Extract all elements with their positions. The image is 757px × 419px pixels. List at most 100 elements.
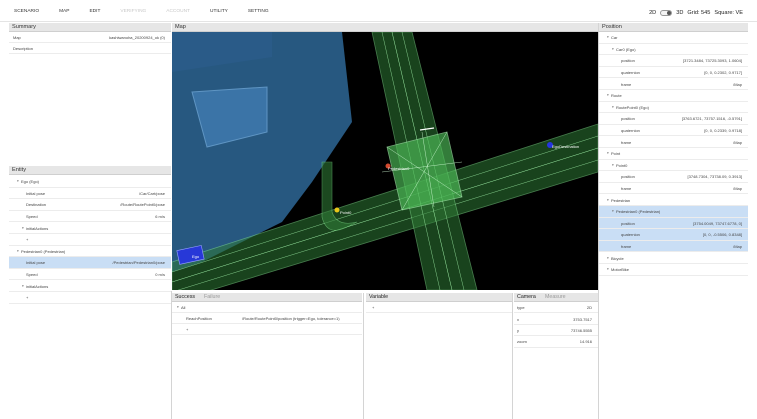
chevron-down-icon[interactable]: ▾ [607, 93, 609, 97]
chevron-down-icon[interactable]: ▾ [612, 209, 614, 213]
camera-row[interactable]: zoom 14.916 [514, 336, 598, 348]
ego-label: Ego [192, 254, 200, 259]
entity-row[interactable]: initialActions ▾ [9, 222, 171, 234]
pedestrian-label: Pedestrian0 [388, 166, 410, 171]
tab-failure[interactable]: Failure [204, 294, 220, 300]
entity-key: initialActions [26, 225, 49, 231]
position-row[interactable]: position [3721.3484, 73725.3093, 1.0604] [599, 55, 748, 67]
position-key: frame [621, 139, 632, 145]
position-value: [3754.0049, 73747.6778, 0] [693, 220, 742, 226]
map-canvas[interactable]: Pedestrian0 Point0 EgoDestination Ego [172, 32, 598, 290]
entity-row[interactable]: initialActions ▾ [9, 280, 171, 292]
chevron-down-icon[interactable]: ▾ [612, 105, 614, 109]
entity-value: 6 m/s [155, 214, 165, 220]
position-row[interactable]: Bicycle ▾ [599, 252, 748, 264]
entity-value: /Pedestrian/Pedestrian0/pose [112, 260, 165, 266]
camera-value: 3753.7517 [573, 316, 592, 322]
grid-readout: Grid: 545 [687, 10, 711, 16]
position-row[interactable]: quaternion [0, 0, -0.5506, 0.8348] [599, 229, 748, 241]
position-row[interactable]: frame/Map [599, 183, 748, 195]
position-value: [0, 0, -0.5506, 0.8348] [702, 232, 742, 238]
view-3d-label[interactable]: 3D [676, 10, 683, 16]
camera-row[interactable]: x 3753.7517 [514, 313, 598, 325]
entity-row[interactable]: + [9, 234, 171, 246]
position-key: Pedestrian0 (Pedestrian) [616, 209, 661, 215]
position-row[interactable]: position [3748.7304, 73738.09, 0.3913] [599, 171, 748, 183]
success-row[interactable]: + [172, 324, 362, 335]
chevron-down-icon[interactable]: ▾ [17, 179, 19, 183]
success-row[interactable]: ReachPosition/Route/RoutePoint0/position… [172, 313, 362, 324]
entity-row[interactable]: Speed 6 m/s [9, 211, 171, 223]
position-row[interactable]: Point0 ▾ [599, 160, 748, 172]
summary-row[interactable]: Map kashiwanoha_20200924_ok (0) [9, 32, 171, 43]
success-row[interactable]: All ▾ [172, 302, 362, 313]
position-key: position [621, 220, 635, 226]
camera-row[interactable]: y 73746.5555 [514, 325, 598, 337]
tab-measure[interactable]: Measure [545, 294, 566, 300]
entity-row[interactable]: Initial pose/Pedestrian/Pedestrian0/pose [9, 257, 171, 269]
entity-row[interactable]: Speed 0 m/s [9, 269, 171, 281]
chevron-down-icon[interactable]: ▾ [612, 163, 614, 167]
position-key: Point0 [616, 162, 628, 168]
menu-item-setting[interactable]: SETTING [248, 9, 269, 14]
camera-row[interactable]: type 2D [514, 302, 598, 314]
position-row[interactable]: quaternion [0, 0, 0.2302, 0.9717] [599, 67, 748, 79]
entity-row[interactable]: Pedestrian0 (Pedestrian) ▾ [9, 246, 171, 258]
menu-item-utility[interactable]: UTILITY [210, 9, 228, 14]
position-key: quaternion [621, 128, 640, 134]
menu-item-edit[interactable]: EDIT [89, 9, 100, 14]
position-row[interactable]: frame/Map [599, 136, 748, 148]
summary-panel-title: Summary [9, 23, 171, 32]
position-row[interactable]: RoutePoint0 (Ego) ▾ [599, 102, 748, 114]
position-key: Point [611, 151, 621, 157]
menu-item-scenario[interactable]: SCENARIO [14, 9, 39, 14]
success-tab-bar: Success Failure [172, 293, 362, 302]
position-key: frame [621, 186, 632, 192]
entity-row[interactable]: + [9, 292, 171, 304]
variable-key: + [372, 305, 375, 310]
entity-row[interactable]: Ego (Ego) ▾ [9, 176, 171, 188]
chevron-down-icon[interactable]: ▾ [607, 198, 609, 202]
position-row[interactable]: Route ▾ [599, 90, 748, 102]
position-key: Pedestrian [611, 197, 631, 203]
position-row[interactable]: Car0 (Ego) ▾ [599, 44, 748, 56]
position-row[interactable]: Car ▾ [599, 32, 748, 44]
position-row[interactable]: frame/Map [599, 78, 748, 90]
view-mode-toggle[interactable] [660, 10, 673, 16]
position-row[interactable]: Pedestrian0 (Pedestrian) ▾ [599, 206, 748, 218]
menu-item-map[interactable]: MAP [59, 9, 69, 14]
chevron-down-icon[interactable]: ▾ [607, 256, 609, 260]
entity-row[interactable]: Destination/Route/RoutePoint0/pose [9, 199, 171, 211]
tab-camera[interactable]: Camera [517, 294, 536, 300]
position-row[interactable]: position [3763.6721, 73757.1516, -0.5791] [599, 113, 748, 125]
main-menu: SCENARIO MAP EDIT VERIFYING ACCOUNT UTILITY SE… [14, 9, 289, 14]
position-row[interactable]: position [3754.0049, 73747.6778, 0] [599, 217, 748, 230]
view-2d-label[interactable]: 2D [649, 10, 656, 16]
position-row[interactable]: Pedestrian ▾ [599, 194, 748, 206]
position-row[interactable]: quaternion [0, 0, 0.2339, 0.9718] [599, 125, 748, 137]
entity-row[interactable]: Initial pose/Car/Cart/pose [9, 188, 171, 200]
chevron-down-icon[interactable]: ▾ [177, 305, 179, 309]
map-view[interactable]: Pedestrian0 Point0 EgoDestination Ego [172, 32, 598, 290]
chevron-down-icon[interactable]: ▾ [612, 47, 614, 51]
position-value: /Map [733, 186, 742, 192]
success-key: + [186, 327, 189, 332]
chevron-down-icon[interactable]: ▾ [17, 249, 19, 253]
position-row[interactable]: Point ▾ [599, 148, 748, 160]
position-row[interactable]: MotorBike ▾ [599, 264, 748, 276]
entity-value: /Route/RoutePoint0/pose [120, 202, 165, 208]
chevron-down-icon[interactable]: ▾ [607, 35, 609, 39]
position-key: position [621, 58, 635, 64]
variable-row[interactable]: + [366, 302, 512, 313]
chevron-down-icon[interactable]: ▾ [22, 284, 24, 288]
position-row[interactable]: frame/Map [599, 240, 748, 253]
chevron-down-icon[interactable]: ▾ [607, 267, 609, 271]
camera-key: y [517, 327, 519, 333]
summary-row[interactable]: Description [9, 43, 171, 54]
tab-success[interactable]: Success [175, 294, 195, 300]
chevron-down-icon[interactable]: ▾ [607, 151, 609, 155]
map-panel-title: Map [172, 23, 598, 32]
position-value: [3763.6721, 73757.1516, -0.5791] [681, 116, 742, 122]
entity-key: Speed [26, 214, 38, 220]
chevron-down-icon[interactable]: ▾ [22, 226, 24, 230]
